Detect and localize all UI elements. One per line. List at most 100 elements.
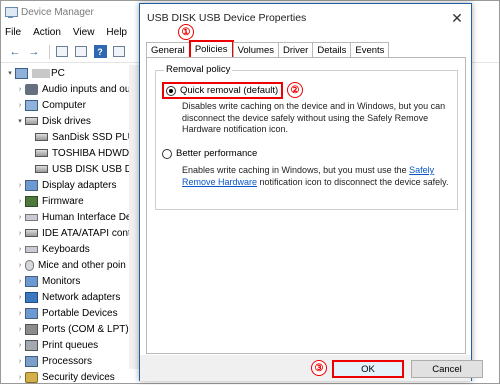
removal-policy-title: Removal policy: [164, 64, 233, 75]
tab-general[interactable]: General: [146, 42, 190, 57]
collapsed-arrow-icon[interactable]: ›: [15, 358, 25, 365]
menu-file[interactable]: File: [5, 27, 21, 38]
collapsed-arrow-icon[interactable]: ›: [15, 214, 25, 221]
monitor-icon: [25, 275, 38, 287]
better-desc-after: notification icon to disconnect the devi…: [259, 176, 449, 187]
collapsed-arrow-icon[interactable]: ›: [15, 182, 25, 189]
collapsed-arrow-icon[interactable]: ›: [15, 86, 25, 93]
better-desc-before: Enables write caching in Windows, but yo…: [182, 165, 407, 175]
monitor-icon: [25, 179, 38, 191]
tree-node[interactable]: › Network adapters: [1, 289, 141, 305]
expanded-arrow-icon[interactable]: ▾: [5, 69, 15, 77]
redacted-computer-name: [32, 68, 50, 78]
policies-panel: Removal policy Quick removal (default) ②…: [146, 57, 466, 354]
expanded-arrow-icon[interactable]: ▾: [15, 117, 25, 125]
tree-node-label: Network adapters: [42, 291, 121, 303]
tree-node-label: Portable Devices: [42, 307, 118, 319]
tree-node[interactable]: › Firmware: [1, 193, 141, 209]
computer-icon: [15, 67, 28, 79]
back-icon[interactable]: ←: [7, 44, 23, 60]
better-performance-label[interactable]: Better performance: [176, 148, 257, 159]
collapsed-arrow-icon[interactable]: ›: [15, 342, 25, 349]
tree-node-label: Processors: [42, 355, 93, 367]
tree-node-label: Print queues: [42, 339, 99, 351]
collapsed-arrow-icon[interactable]: ›: [15, 262, 25, 269]
step-3-marker: ③: [311, 360, 327, 376]
tree-node[interactable]: TOSHIBA HDWD: [1, 145, 141, 161]
tree-node-label: Firmware: [42, 195, 84, 207]
collapsed-arrow-icon[interactable]: ›: [15, 374, 25, 381]
tree-node[interactable]: › Display adapters: [1, 177, 141, 193]
tree-node[interactable]: › Processors: [1, 353, 141, 369]
collapsed-arrow-icon[interactable]: ›: [15, 102, 25, 109]
better-performance-radio[interactable]: [162, 148, 172, 159]
device-manager-title: Device Manager: [21, 6, 94, 18]
quick-removal-highlight: Quick removal (default): [162, 82, 284, 99]
tree-node[interactable]: ▾ Disk drives: [1, 113, 141, 129]
tree-node[interactable]: › Ports (COM & LPT): [1, 321, 141, 337]
device-tree: ▾ PC › Audio inputs and ou › Computer ▾ Disk dr…: [1, 65, 141, 385]
tree-node[interactable]: SanDisk SSD PLU: [1, 129, 141, 145]
collapsed-arrow-icon[interactable]: ›: [15, 278, 25, 285]
tree-node-label: Monitors: [42, 275, 81, 287]
port-icon: [25, 323, 38, 335]
quick-removal-option[interactable]: Quick removal (default): [162, 82, 284, 99]
view-icon[interactable]: [111, 44, 127, 60]
properties-dialog: USB DISK USB Device Properties ✕ ① Gener…: [139, 3, 483, 381]
tree-node[interactable]: USB DISK USB D: [1, 161, 141, 177]
tree-scrollbar[interactable]: [129, 65, 139, 369]
tree-node[interactable]: › Print queues: [1, 337, 141, 353]
tab-policies[interactable]: Policies: [188, 40, 234, 57]
quick-removal-radio[interactable]: [166, 85, 176, 96]
ok-button[interactable]: OK: [332, 360, 404, 378]
tree-node[interactable]: › Keyboards: [1, 241, 141, 257]
disk-icon: [35, 165, 48, 173]
tree-node-label: Disk drives: [42, 115, 91, 127]
tree-node[interactable]: › IDE ATA/ATAPI contr: [1, 225, 141, 241]
tree-node[interactable]: › Audio inputs and ou: [1, 81, 141, 97]
tree-node[interactable]: › Computer: [1, 97, 141, 113]
properties-icon[interactable]: [73, 44, 89, 60]
better-performance-option[interactable]: Better performance: [162, 148, 257, 159]
tree-node[interactable]: › Security devices: [1, 369, 141, 385]
collapsed-arrow-icon[interactable]: ›: [15, 326, 25, 333]
tree-node[interactable]: › Portable Devices: [1, 305, 141, 321]
tree-node[interactable]: › Monitors: [1, 273, 141, 289]
removal-policy-group: Removal policy Quick removal (default) ②…: [155, 64, 458, 210]
tree-node[interactable]: › Mice and other poin: [1, 257, 141, 273]
tree-node[interactable]: ▾ PC: [1, 65, 141, 81]
collapsed-arrow-icon[interactable]: ›: [15, 310, 25, 317]
collapsed-arrow-icon[interactable]: ›: [15, 294, 25, 301]
tab-details[interactable]: Details: [312, 42, 352, 57]
collapsed-arrow-icon[interactable]: ›: [15, 198, 25, 205]
collapsed-arrow-icon[interactable]: ›: [15, 230, 25, 237]
menu-help[interactable]: Help: [106, 27, 127, 38]
audio-icon: [25, 83, 38, 95]
mouse-icon: [25, 259, 34, 271]
help-icon[interactable]: ?: [92, 44, 108, 60]
close-icon[interactable]: ✕: [449, 10, 465, 26]
printer-icon: [25, 339, 38, 351]
show-hide-console-tree-icon[interactable]: [54, 44, 70, 60]
tab-volumes[interactable]: Volumes: [232, 42, 279, 57]
forward-icon[interactable]: →: [26, 44, 42, 60]
disk-icon: [35, 133, 48, 141]
menu-view[interactable]: View: [73, 27, 95, 38]
tree-node-label: Audio inputs and ou: [42, 83, 131, 95]
chip-icon: [25, 195, 38, 207]
collapsed-arrow-icon[interactable]: ›: [15, 246, 25, 253]
tab-driver[interactable]: Driver: [278, 42, 314, 57]
ide-icon: [25, 229, 38, 237]
portable-device-icon: [25, 307, 38, 319]
tree-node[interactable]: › Human Interface Dev: [1, 209, 141, 225]
tree-node-label: TOSHIBA HDWD: [52, 147, 130, 159]
disk-icon: [35, 149, 48, 157]
tab-events[interactable]: Events: [350, 42, 390, 57]
cancel-button[interactable]: Cancel: [411, 360, 483, 378]
tree-node-label: Display adapters: [42, 179, 117, 191]
quick-removal-label[interactable]: Quick removal (default): [180, 85, 278, 96]
security-icon: [25, 371, 38, 383]
tree-node-label: Security devices: [42, 371, 115, 383]
tree-node-label: IDE ATA/ATAPI contr: [42, 227, 135, 239]
menu-action[interactable]: Action: [33, 27, 61, 38]
